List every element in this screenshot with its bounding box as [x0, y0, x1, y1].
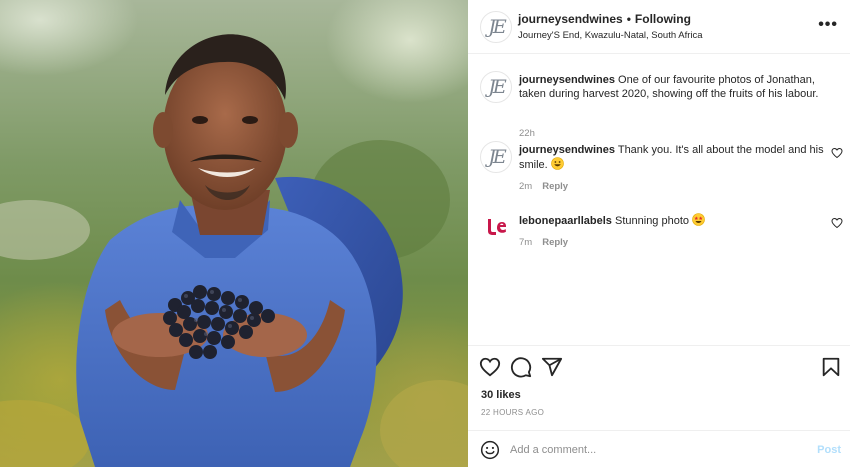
lebone-logo-icon: [488, 219, 506, 235]
location-link[interactable]: Journey'S End, Kwazulu-Natal, South Afri…: [518, 30, 703, 41]
post-photo[interactable]: [0, 0, 468, 467]
heart-icon[interactable]: [831, 147, 843, 159]
post-timestamp: 22 HOURS AGO: [481, 408, 545, 417]
avatar[interactable]: JE: [480, 141, 512, 173]
comment-time: 22h: [519, 128, 535, 139]
comment-time: 2m: [519, 181, 533, 192]
comment-input[interactable]: [510, 441, 780, 459]
reply-button[interactable]: Reply: [542, 181, 568, 192]
star-struck-face-icon: [692, 213, 705, 226]
comments-list: JE journeysendwines One of our favourite…: [468, 54, 850, 344]
comment-icon[interactable]: [510, 356, 532, 378]
bookmark-icon[interactable]: [820, 356, 842, 378]
heart-icon[interactable]: [831, 217, 843, 229]
comment-username[interactable]: lebonepaarllabels: [519, 215, 612, 227]
post-side-panel: JE journeysendwines • Following Journey'S …: [468, 0, 850, 467]
comment-username[interactable]: journeysendwines: [519, 144, 615, 156]
share-icon[interactable]: [541, 356, 563, 378]
grinning-face-icon: [550, 157, 564, 170]
comment-text: journeysendwines Thank you. It's all abo…: [519, 143, 824, 172]
follow-status-button[interactable]: Following: [635, 12, 691, 26]
emoji-picker-icon[interactable]: [480, 440, 500, 460]
likes-count[interactable]: 30 likes: [481, 389, 521, 401]
avatar[interactable]: [480, 211, 512, 243]
comment-meta: 7m Reply: [519, 237, 568, 248]
comment-body: Stunning photo: [615, 215, 690, 227]
post-header: JE journeysendwines • Following Journey'S …: [468, 0, 850, 54]
separator-dot: •: [626, 12, 631, 26]
header-username[interactable]: journeysendwines: [518, 12, 623, 26]
avatar[interactable]: JE: [480, 11, 512, 43]
action-bar: 30 likes 22 HOURS AGO: [468, 345, 850, 429]
reply-button[interactable]: Reply: [542, 237, 568, 248]
heart-icon[interactable]: [479, 356, 501, 378]
avatar[interactable]: JE: [480, 71, 512, 103]
farmer-with-grapes-photo: [0, 34, 468, 467]
comment-username[interactable]: journeysendwines: [519, 74, 615, 86]
comment-time: 7m: [519, 237, 533, 248]
add-comment-bar: Post: [468, 430, 850, 467]
comment-text: lebonepaarllabels Stunning photo: [519, 213, 824, 228]
more-horizontal-icon[interactable]: •••: [818, 17, 838, 33]
post-button[interactable]: Post: [817, 444, 841, 456]
header-user-line: journeysendwines • Following: [518, 12, 691, 26]
comment-meta: 2m Reply: [519, 181, 568, 192]
comment-meta: 22h: [519, 128, 535, 139]
comment-text: journeysendwines One of our favourite ph…: [519, 73, 824, 101]
